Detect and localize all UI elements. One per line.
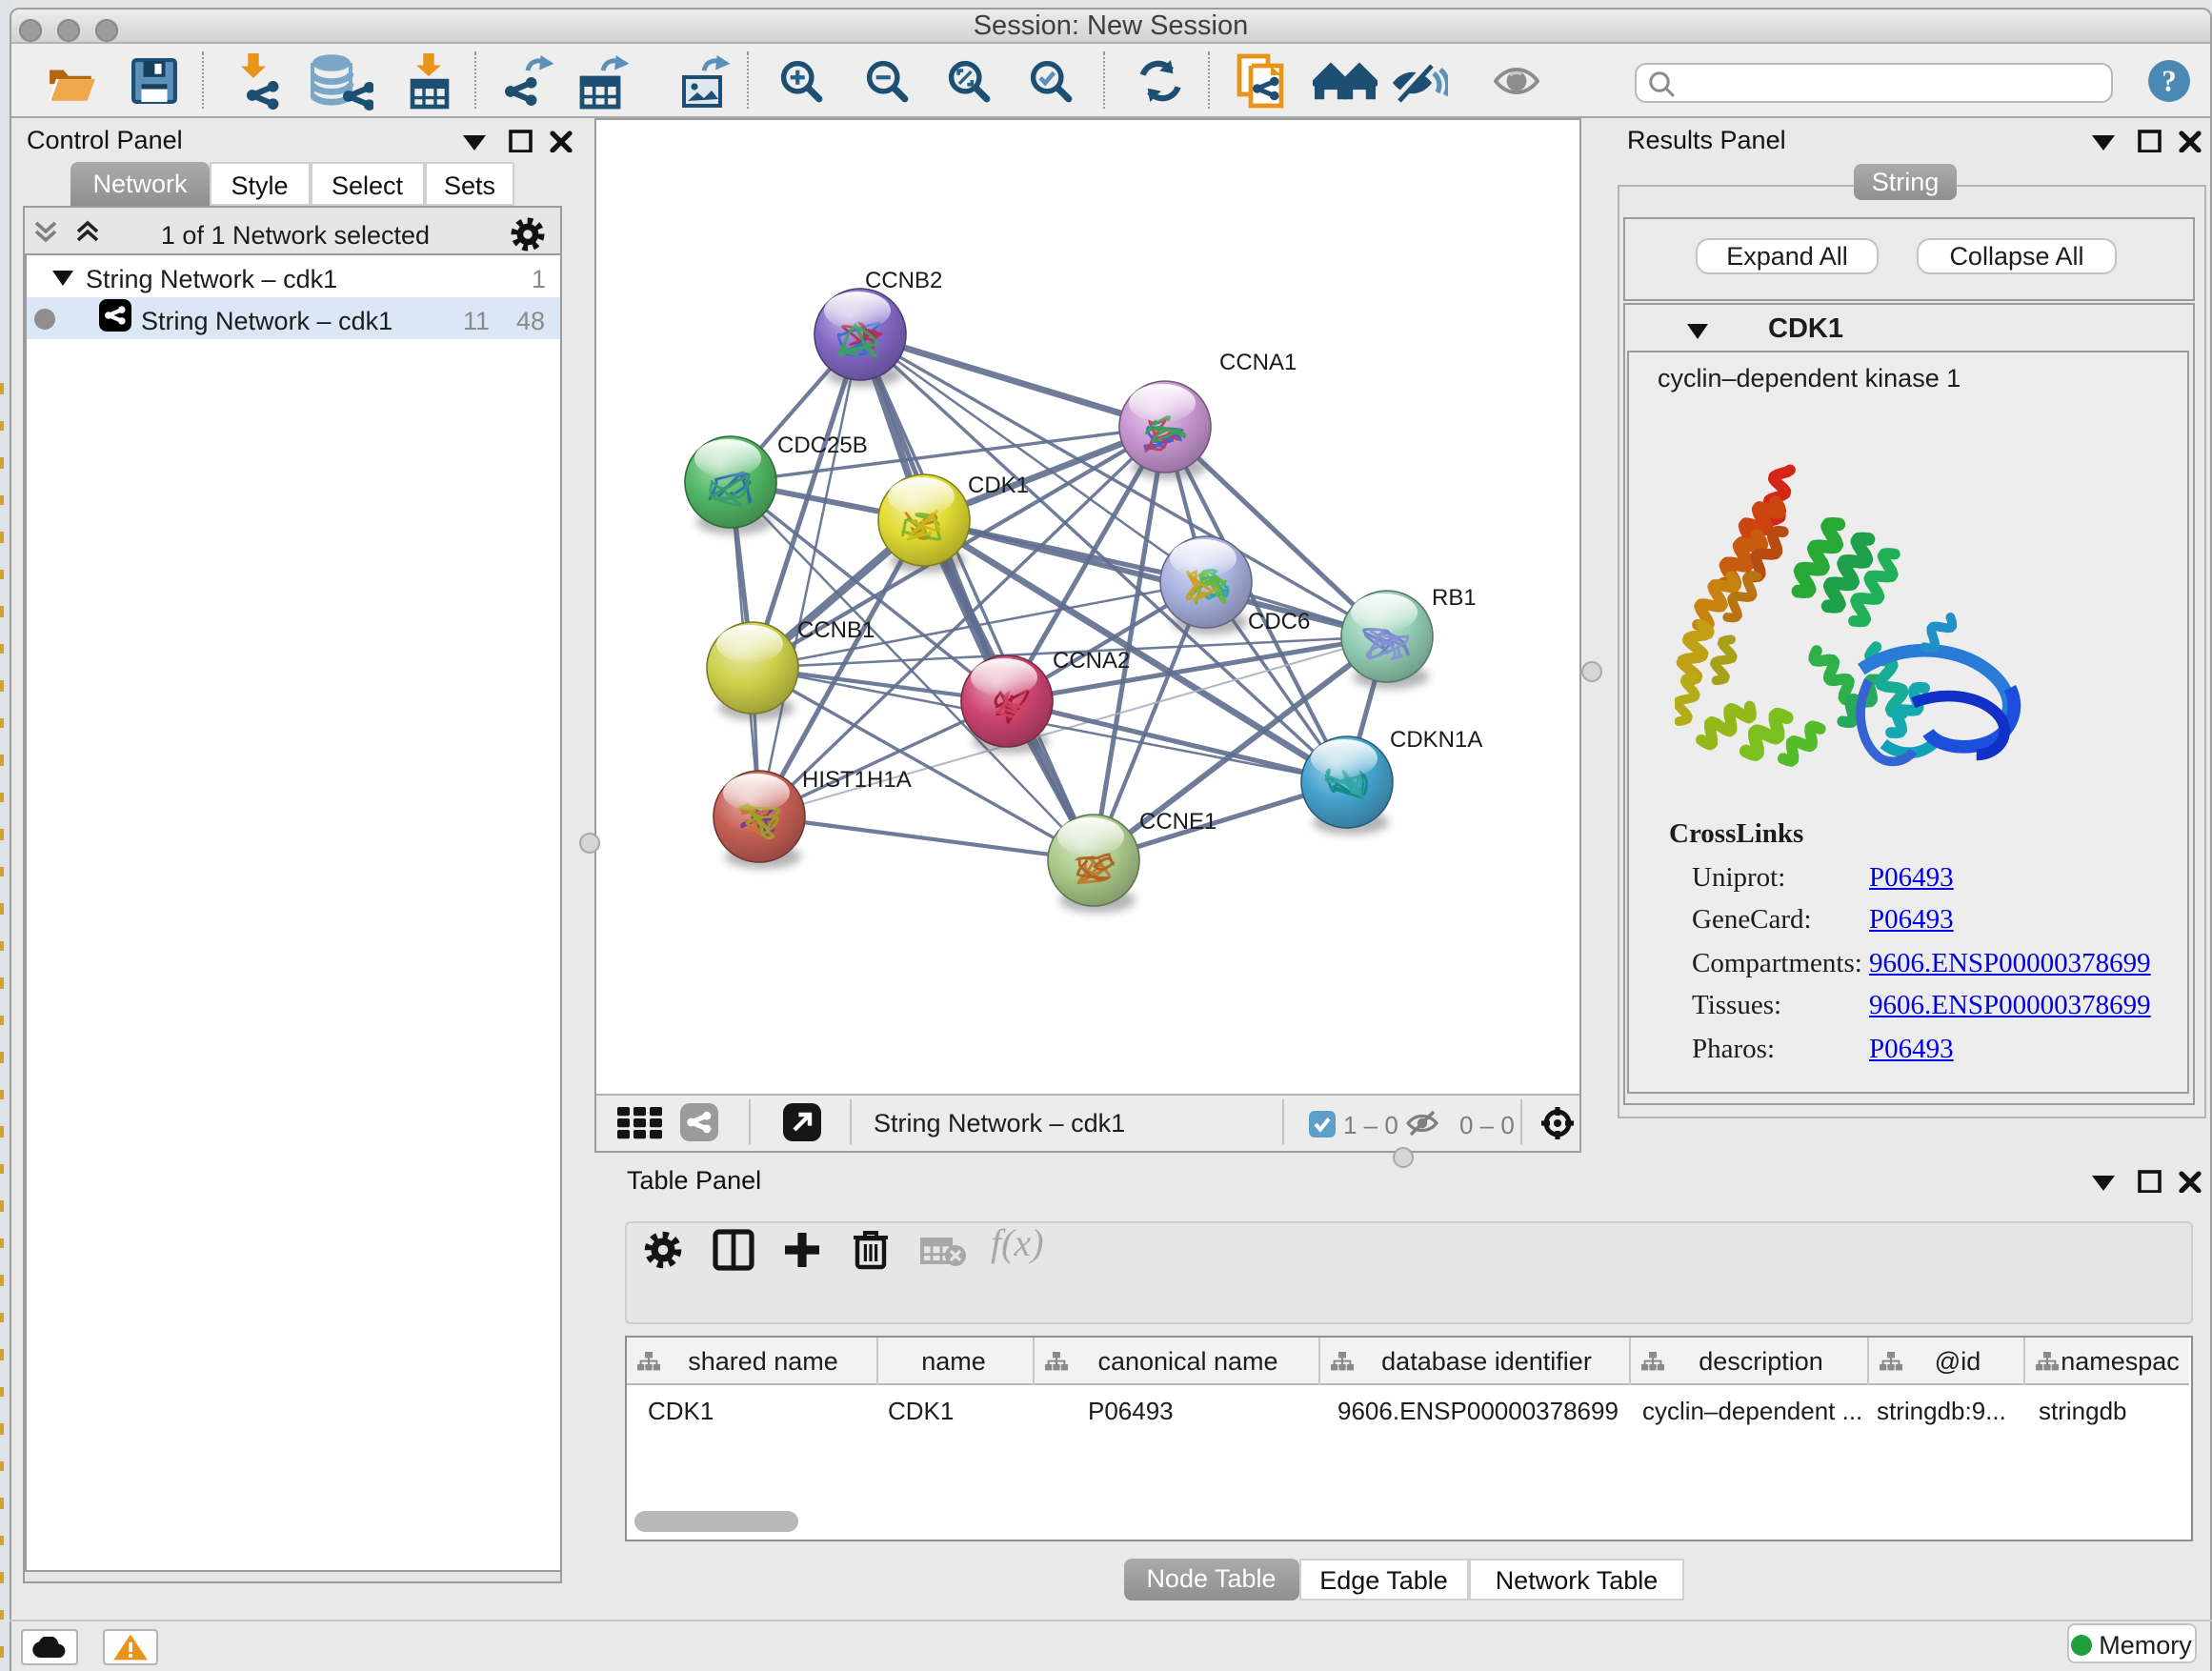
- svg-text:CCNA2: CCNA2: [1053, 647, 1130, 673]
- svg-text:?: ?: [2162, 64, 2177, 97]
- svg-text:CDC6: CDC6: [1248, 608, 1310, 634]
- svg-text:CDKN1A: CDKN1A: [1390, 726, 1482, 752]
- svg-text:CDC25B: CDC25B: [777, 432, 868, 457]
- svg-text:HIST1H1A: HIST1H1A: [802, 766, 912, 792]
- svg-text:CCNE1: CCNE1: [1139, 808, 1217, 834]
- svg-text:CCNA1: CCNA1: [1219, 349, 1297, 374]
- svg-text:CCNB1: CCNB1: [797, 616, 875, 642]
- svg-text:CCNB2: CCNB2: [865, 267, 942, 292]
- svg-text:CDK1: CDK1: [968, 472, 1029, 497]
- svg-text:RB1: RB1: [1432, 584, 1477, 610]
